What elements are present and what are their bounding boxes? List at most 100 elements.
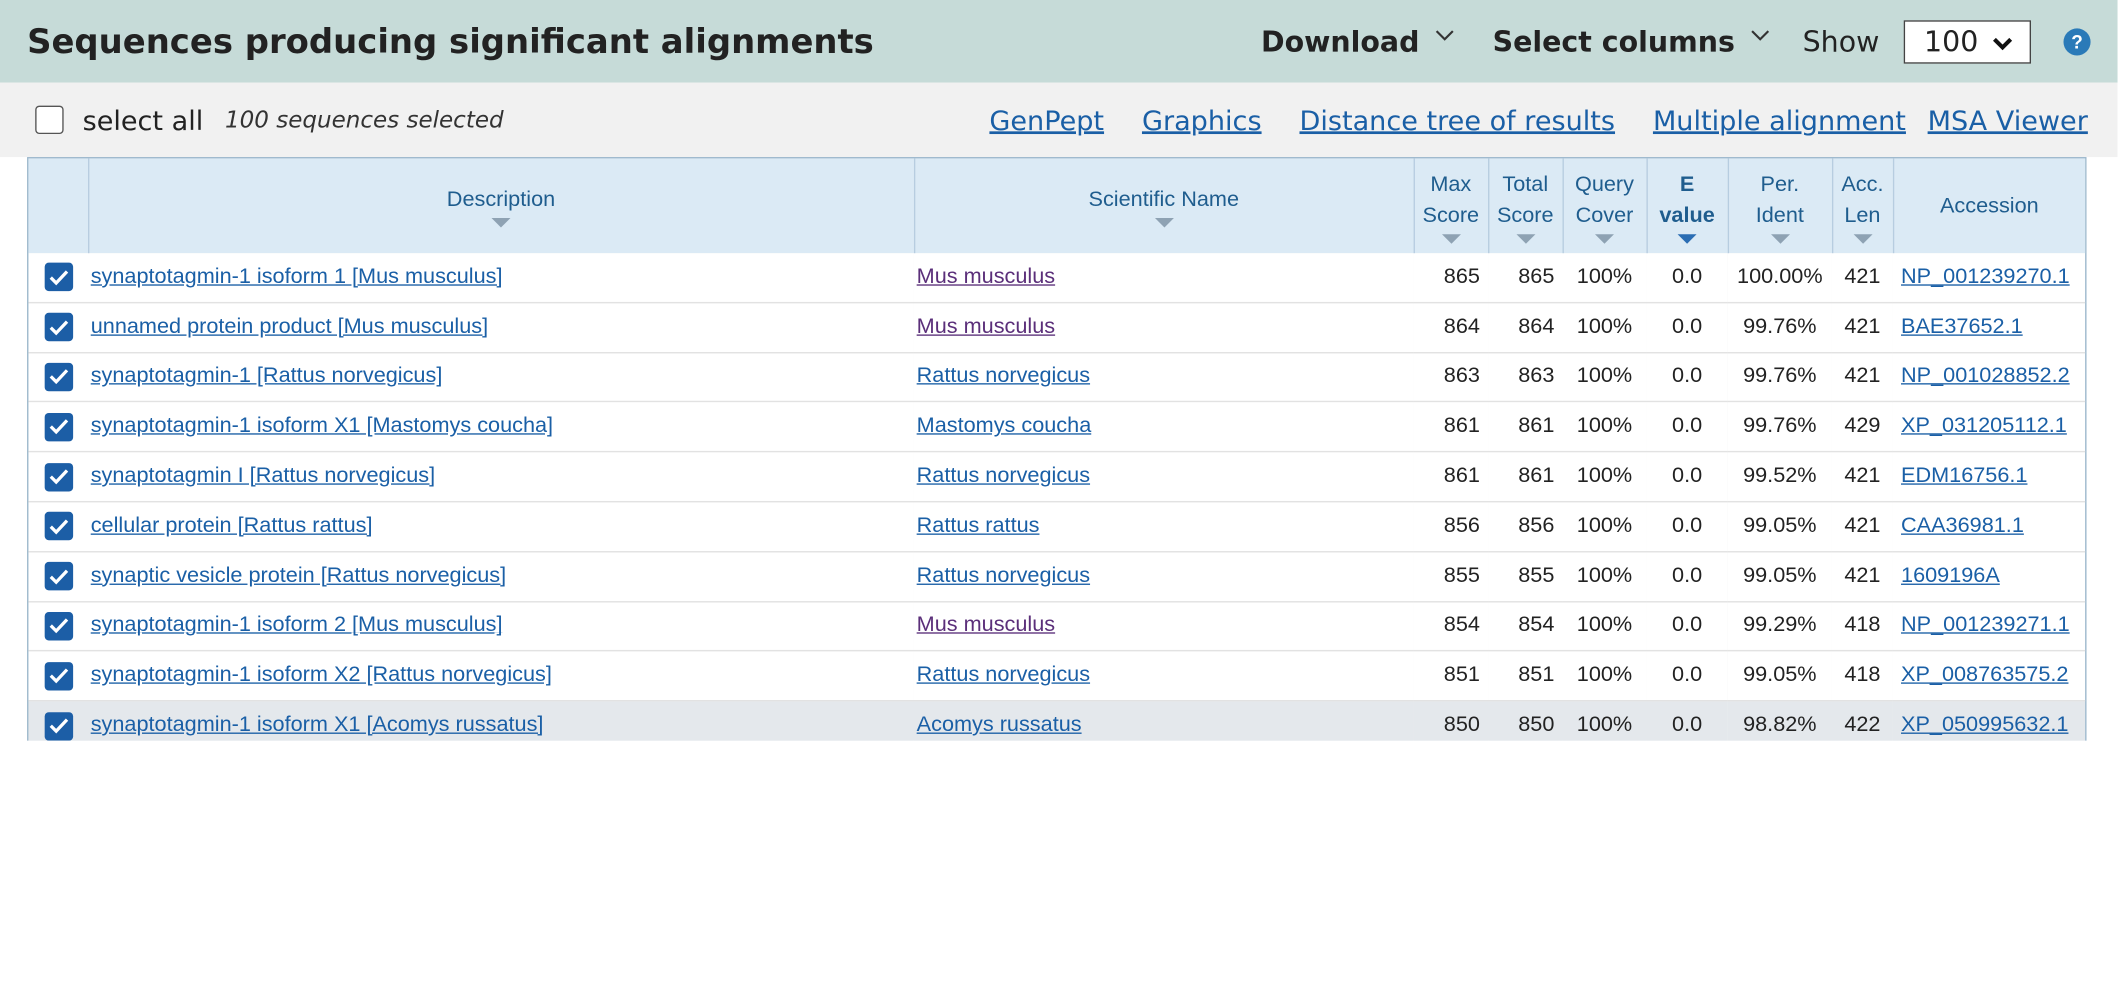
row-checkbox[interactable]	[44, 512, 73, 541]
description-link[interactable]: synaptotagmin-1 [Rattus norvegicus]	[91, 365, 443, 388]
show-count-select[interactable]: 100	[1903, 19, 2031, 63]
select-columns-label: Select columns	[1492, 25, 1735, 58]
per-ident-cell: 99.05%	[1727, 651, 1832, 702]
scientific-name-link[interactable]: Mus musculus	[917, 265, 1055, 288]
e-value-cell: 0.0	[1646, 253, 1728, 304]
row-checkbox[interactable]	[44, 661, 73, 691]
accession-link[interactable]: XP_031205112.1	[1901, 415, 2067, 438]
select-all-label[interactable]: select all	[83, 104, 204, 136]
column-header-total-score[interactable]: Total Score	[1488, 158, 1564, 254]
help-icon[interactable]: ?	[2063, 27, 2091, 55]
scientific-name-link[interactable]: Rattus norvegicus	[917, 564, 1090, 587]
sort-icon	[1441, 233, 1461, 244]
column-header-per-ident[interactable]: Per. Ident	[1727, 158, 1833, 254]
chevron-down-icon	[1751, 16, 1770, 48]
description-link[interactable]: synaptotagmin-1 isoform X1 [Acomys russa…	[91, 714, 544, 737]
table-row: synaptic vesicle protein [Rattus norvegi…	[28, 551, 2086, 602]
e-value-cell: 0.0	[1646, 501, 1728, 553]
scientific-name-link[interactable]: Rattus norvegicus	[917, 664, 1090, 687]
scientific-name-link[interactable]: Mus musculus	[917, 614, 1055, 637]
accession-link[interactable]: NP_001239270.1	[1901, 265, 2070, 288]
total-score-cell: 863	[1488, 352, 1563, 403]
checkmark-icon	[48, 469, 68, 485]
scientific-name-link[interactable]: Acomys russatus	[917, 714, 1082, 737]
table-row: synaptotagmin-1 isoform 2 [Mus musculus]…	[28, 601, 2086, 652]
accession-link[interactable]: XP_050995632.1	[1901, 714, 2068, 737]
description-link[interactable]: synaptotagmin-1 isoform X2 [Rattus norve…	[91, 664, 552, 687]
query-cover-cell: 100%	[1562, 501, 1647, 553]
results-panel: Sequences producing significant alignmen…	[0, 0, 2118, 741]
column-header-acc-len[interactable]: Acc. Len	[1831, 158, 1894, 254]
acc-len-cell: 421	[1831, 551, 1893, 602]
e-value-cell: 0.0	[1646, 601, 1728, 652]
acc-len-cell: 418	[1831, 601, 1893, 652]
e-value-cell: 0.0	[1646, 451, 1728, 503]
description-link[interactable]: synaptic vesicle protein [Rattus norvegi…	[91, 564, 506, 587]
msa-viewer-link[interactable]: MSA Viewer	[1928, 104, 2088, 136]
scientific-name-link[interactable]: Mastomys coucha	[917, 415, 1092, 438]
column-header-max-score[interactable]: Max Score	[1413, 158, 1489, 254]
query-cover-cell: 100%	[1562, 551, 1647, 602]
accession-link[interactable]: XP_008763575.2	[1901, 664, 2068, 687]
checkmark-icon	[48, 320, 68, 335]
accession-link[interactable]: EDM16756.1	[1901, 465, 2027, 488]
page-title: Sequences producing significant alignmen…	[27, 21, 874, 61]
select-columns-dropdown[interactable]: Select columns	[1492, 25, 1771, 58]
column-header-description[interactable]: Description	[88, 158, 915, 254]
scientific-name-link[interactable]: Mus musculus	[917, 315, 1055, 338]
table-row: synaptotagmin-1 isoform 1 [Mus musculus]…	[28, 253, 2086, 304]
accession-link[interactable]: NP_001239271.1	[1901, 614, 2070, 637]
per-ident-cell: 100.00%	[1727, 253, 1832, 304]
distance-tree-link[interactable]: Distance tree of results	[1299, 104, 1615, 136]
row-select-cell	[28, 451, 89, 503]
description-link[interactable]: synaptotagmin-1 isoform X1 [Mastomys cou…	[91, 415, 553, 438]
scientific-name-link[interactable]: Rattus norvegicus	[917, 365, 1090, 388]
genpept-link[interactable]: GenPept	[989, 104, 1104, 136]
select-all-checkbox[interactable]	[35, 105, 64, 135]
sort-icon	[1770, 233, 1790, 244]
row-checkbox[interactable]	[44, 462, 73, 491]
selected-count: 100 sequences selected	[224, 106, 504, 134]
multiple-alignment-link[interactable]: Multiple alignment	[1653, 104, 1906, 136]
accession-link[interactable]: NP_001028852.2	[1901, 365, 2070, 388]
per-ident-cell: 99.76%	[1727, 401, 1832, 453]
checkmark-icon	[48, 569, 68, 585]
description-link[interactable]: synaptotagmin I [Rattus norvegicus]	[91, 465, 435, 488]
row-select-cell	[28, 302, 89, 353]
row-select-cell	[28, 601, 89, 652]
row-checkbox[interactable]	[44, 263, 73, 292]
show-label: Show	[1802, 25, 1880, 58]
e-value-cell: 0.0	[1646, 302, 1728, 353]
total-score-cell: 861	[1488, 401, 1563, 453]
column-header-e-value[interactable]: Evalue	[1646, 158, 1729, 254]
row-checkbox[interactable]	[44, 711, 73, 741]
acc-len-cell: 421	[1831, 253, 1893, 304]
row-checkbox[interactable]	[44, 362, 73, 392]
column-header-accession: Accession	[1892, 158, 2086, 254]
show-count-value: 100	[1924, 25, 1979, 58]
accession-link[interactable]: BAE37652.1	[1901, 315, 2023, 338]
column-header-query-cover[interactable]: Query Cover	[1562, 158, 1648, 254]
description-link[interactable]: synaptotagmin-1 isoform 2 [Mus musculus]	[91, 614, 503, 637]
query-cover-cell: 100%	[1562, 253, 1647, 304]
scientific-name-link[interactable]: Rattus norvegicus	[917, 465, 1090, 488]
total-score-cell: 854	[1488, 601, 1563, 652]
max-score-cell: 861	[1413, 451, 1489, 503]
column-header-scientific-name[interactable]: Scientific Name	[913, 158, 1415, 254]
accession-link[interactable]: CAA36981.1	[1901, 514, 2024, 537]
accession-link[interactable]: 1609196A	[1901, 564, 2000, 587]
row-checkbox[interactable]	[44, 412, 73, 442]
description-link[interactable]: synaptotagmin-1 isoform 1 [Mus musculus]	[91, 265, 503, 288]
scientific-name-link[interactable]: Rattus rattus	[917, 514, 1040, 537]
row-checkbox[interactable]	[44, 313, 73, 342]
per-ident-cell: 99.05%	[1727, 501, 1832, 553]
description-link[interactable]: cellular protein [Rattus rattus]	[91, 514, 373, 537]
download-dropdown[interactable]: Download	[1261, 25, 1455, 58]
description-link[interactable]: unnamed protein product [Mus musculus]	[91, 315, 488, 338]
e-value-cell: 0.0	[1646, 551, 1728, 602]
row-checkbox[interactable]	[44, 562, 73, 591]
table-header-row: Description Scientific Name Max Score Tot…	[28, 158, 2086, 254]
sort-icon	[491, 217, 511, 228]
row-checkbox[interactable]	[44, 611, 73, 641]
graphics-link[interactable]: Graphics	[1142, 104, 1262, 136]
